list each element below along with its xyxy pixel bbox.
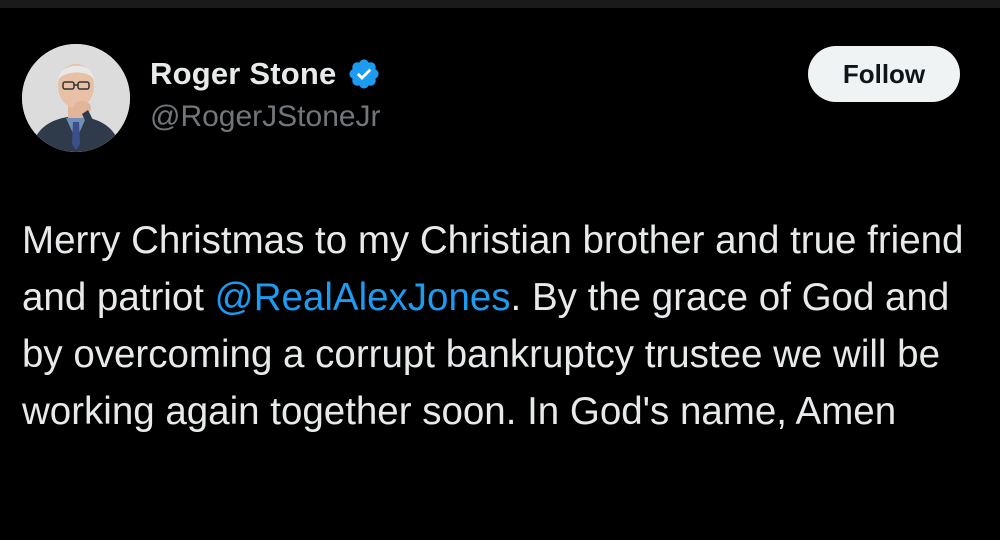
avatar[interactable] <box>22 44 130 152</box>
tweet-card: Roger Stone @RogerJStoneJr Follow Merry … <box>0 8 1000 540</box>
verified-badge-icon[interactable] <box>347 57 381 91</box>
follow-button[interactable]: Follow <box>808 46 960 102</box>
author-display-name[interactable]: Roger Stone <box>150 56 337 92</box>
tweet-text: Merry Christmas to my Christian brother … <box>22 212 982 440</box>
top-divider <box>0 0 1000 8</box>
author-handle[interactable]: @RogerJStoneJr <box>150 100 381 134</box>
profile-photo-icon <box>22 44 130 152</box>
mention-link[interactable]: @RealAlexJones <box>215 276 511 319</box>
author-name-row: Roger Stone <box>150 54 381 94</box>
